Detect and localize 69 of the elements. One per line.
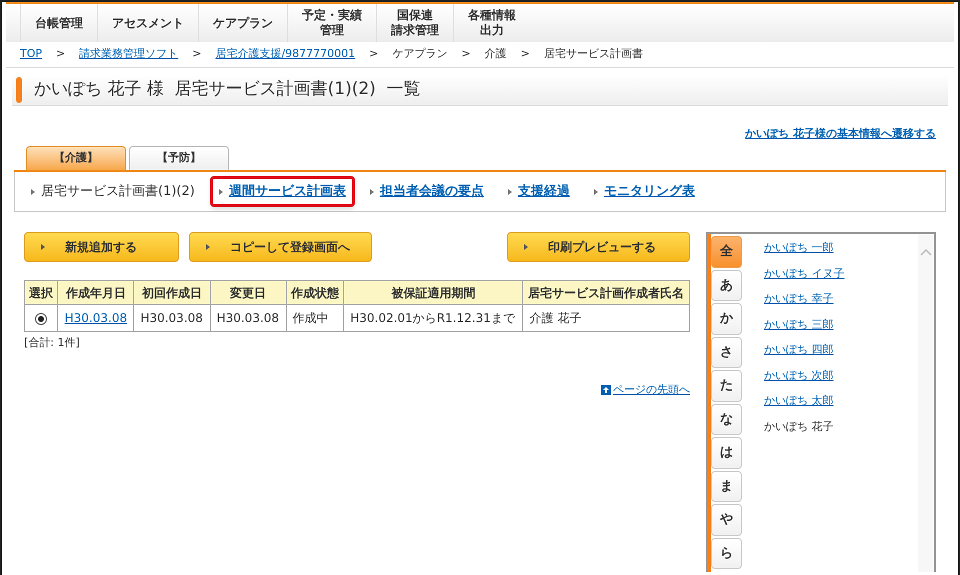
subnav-current: 居宅サービス計画書(1)(2): [41, 182, 195, 201]
kana-tab[interactable]: 全: [711, 236, 742, 268]
menu-tab[interactable]: ケアプラン: [198, 4, 287, 42]
bullet-icon: [594, 188, 598, 194]
client-link[interactable]: かいぽち 太郎: [764, 393, 834, 410]
kana-tab[interactable]: ま: [711, 470, 742, 502]
client-link[interactable]: かいぽち 幸子: [764, 291, 834, 308]
column-header: 作成状態: [286, 280, 344, 304]
client-name: かいぽち 花子: [764, 418, 834, 434]
menu-tab[interactable]: 台帳管理: [20, 4, 97, 42]
breadcrumb-separator: >: [461, 46, 471, 62]
column-header: 被保証適用期間: [344, 280, 523, 304]
table-cell: H30.02.01からR1.12.31まで: [350, 311, 515, 325]
tab[interactable]: 【予防】: [129, 146, 229, 170]
kana-tab[interactable]: さ: [711, 336, 742, 368]
kana-tab[interactable]: な: [711, 404, 742, 435]
breadcrumb-link[interactable]: TOP: [20, 46, 42, 63]
tab[interactable]: 【介護】: [26, 146, 126, 170]
table-cell: 作成中: [292, 311, 329, 325]
client-link[interactable]: かいぽち イヌ子: [764, 266, 844, 282]
client-link[interactable]: かいぽち 次郎: [764, 368, 834, 384]
kana-tab[interactable]: ら: [711, 538, 742, 569]
subnav-link[interactable]: 支援経過: [518, 182, 570, 202]
column-header: 作成年月日: [58, 280, 134, 304]
title-accent-icon: [16, 76, 22, 102]
basic-info-link[interactable]: かいぽち 花子様の基本情報へ遷移する: [745, 126, 936, 142]
radio-button[interactable]: [35, 312, 48, 325]
page-top-link[interactable]: ページの先頭へ: [613, 382, 690, 398]
column-header: 初回作成日: [134, 280, 210, 304]
client-link[interactable]: かいぽち 三郎: [764, 316, 834, 333]
menu-tab[interactable]: 各種情報 出力: [453, 4, 530, 42]
page-title: かいぽち 花子 様 居宅サービス計画書(1)(2) 一覧: [34, 78, 421, 101]
breadcrumb-text: 居宅サービス計画書: [544, 46, 643, 62]
table-cell: 介護 花子: [529, 311, 582, 325]
table-cell: H30.03.08: [216, 311, 280, 325]
subnav-link[interactable]: モニタリング表: [604, 182, 695, 202]
action-button[interactable]: コピーして登録画面へ: [189, 232, 372, 262]
bullet-icon: [370, 188, 374, 194]
breadcrumb-separator: >: [56, 46, 66, 62]
client-link[interactable]: かいぽち 四郎: [764, 342, 834, 358]
client-link[interactable]: かいぽち 一郎: [764, 240, 834, 256]
kana-tab[interactable]: や: [711, 504, 742, 536]
column-header: 居宅サービス計画作成者氏名: [522, 280, 690, 304]
breadcrumb-link[interactable]: 請求業務管理ソフト: [79, 46, 178, 63]
breadcrumb-text: ケアプラン: [392, 46, 448, 62]
kana-tab[interactable]: あ: [711, 270, 742, 301]
kana-tab[interactable]: か: [711, 303, 742, 334]
up-arrow-icon: [601, 384, 611, 395]
breadcrumb-separator: >: [192, 46, 202, 62]
subnav-link[interactable]: 週間サービス計画表: [228, 182, 346, 202]
menu-tab[interactable]: 予定・実績 管理: [287, 4, 376, 42]
menu-tab[interactable]: アセスメント: [97, 4, 198, 42]
column-header: 選択: [24, 280, 58, 304]
bullet-icon: [508, 188, 512, 194]
breadcrumb-separator: >: [520, 46, 530, 62]
menu-tab[interactable]: 国保連 請求管理: [376, 4, 453, 42]
action-button[interactable]: 印刷プレビューする: [507, 232, 690, 262]
action-button[interactable]: 新規追加する: [24, 232, 179, 262]
bullet-icon: [31, 188, 35, 194]
breadcrumb-separator: >: [369, 46, 378, 62]
subnav-link[interactable]: 担当者会議の要点: [380, 182, 484, 202]
kana-tab[interactable]: た: [711, 370, 742, 402]
kana-tab[interactable]: は: [711, 437, 742, 468]
breadcrumb-link[interactable]: 居宅介護支援/9877770001: [215, 46, 356, 63]
table-cell: H30.03.08: [140, 311, 203, 325]
bullet-icon: [218, 188, 223, 194]
column-header: 変更日: [210, 280, 286, 304]
total-count: [合計: 1件]: [24, 335, 81, 351]
breadcrumb-text: 介護: [484, 46, 507, 62]
